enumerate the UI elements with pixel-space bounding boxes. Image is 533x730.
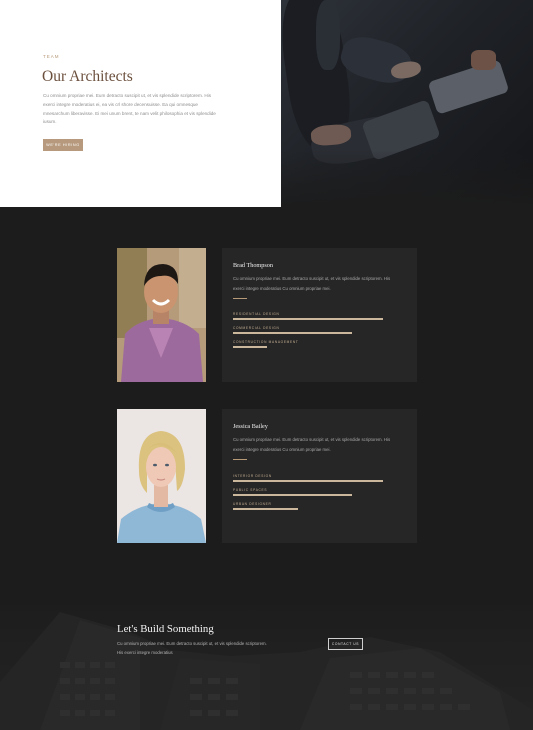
- skill-bar: [233, 318, 383, 320]
- section-eyebrow: TEAM: [43, 54, 60, 59]
- portrait-woman-illustration: [117, 409, 206, 543]
- skill-bar: [233, 480, 383, 482]
- name-divider: [233, 459, 247, 460]
- skill-label: INTERIOR DESIGN: [233, 474, 272, 478]
- hiring-button[interactable]: WE'RE HIRING: [43, 139, 83, 151]
- name-divider: [233, 298, 247, 299]
- architect-card-jessica: Jessica Bailey Cu omnium propriae mei. E…: [222, 409, 417, 543]
- architect-name: Jessica Bailey: [233, 423, 268, 430]
- contact-us-button[interactable]: CONTACT US: [328, 638, 363, 650]
- architect-photo-brad: [117, 248, 206, 382]
- skill-bar: [233, 346, 267, 348]
- skill-label: PUBLIC SPACES: [233, 488, 268, 492]
- cta-description: Cu omnium propriae mei. Eum detracto sus…: [117, 641, 267, 655]
- skill-label: CONSTRUCTION MANAGEMENT: [233, 340, 299, 344]
- architect-photo-jessica: [117, 409, 206, 543]
- page-title: Our Architects: [42, 68, 133, 85]
- architect-card-brad: Brad Thompson Cu omnium propriae mei. Eu…: [222, 248, 417, 382]
- skill-label: URBAN DESIGNER: [233, 502, 272, 506]
- building-background-illustration: [0, 592, 533, 730]
- hero-background-photo: [281, 0, 533, 207]
- skill-bar: [233, 332, 352, 334]
- hero-card: TEAM Our Architects Cu omnium propriae m…: [0, 0, 281, 207]
- architect-bio: Cu omnium propriae mei. Eum detracto sus…: [233, 276, 391, 291]
- cta-section: Let's Build Something Cu omnium propriae…: [0, 592, 533, 730]
- architect-name: Brad Thompson: [233, 262, 273, 269]
- architects-section: Brad Thompson Cu omnium propriae mei. Eu…: [0, 207, 533, 592]
- hero-description: Cu omnium propriae mei. Eum detracto sus…: [43, 93, 216, 125]
- skill-label: RESIDENTIAL DESIGN: [233, 312, 280, 316]
- portrait-man-illustration: [117, 248, 206, 382]
- skill-bar: [233, 508, 298, 510]
- cta-title: Let's Build Something: [117, 623, 214, 635]
- architect-bio: Cu omnium propriae mei. Eum detracto sus…: [233, 437, 391, 452]
- skill-bar: [233, 494, 352, 496]
- skill-label: COMMERCIAL DESIGN: [233, 326, 280, 330]
